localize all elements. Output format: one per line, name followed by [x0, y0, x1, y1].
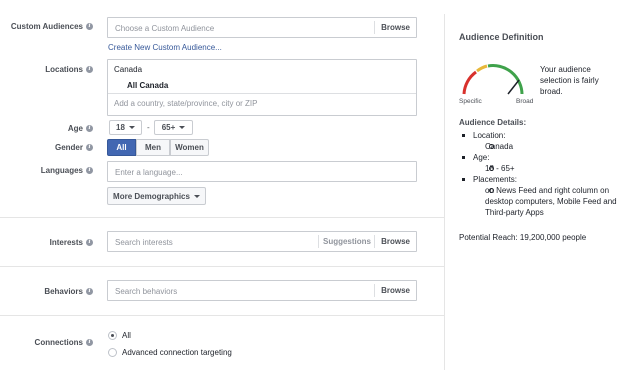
connection-option-all-label: All: [122, 331, 131, 340]
locations-box: Canada All Canada Add a country, state/p…: [107, 59, 417, 116]
info-icon[interactable]: i: [86, 239, 93, 246]
age-separator: -: [147, 123, 150, 132]
info-icon[interactable]: i: [86, 23, 93, 30]
gender-men-button[interactable]: Men: [136, 139, 170, 156]
audience-details-list: Location: Canada Age: 18 - 65+ Placement…: [459, 130, 619, 218]
section-divider: [0, 315, 444, 316]
more-demographics-label: More Demographics: [113, 191, 190, 201]
locations-label: Locations i: [45, 65, 93, 74]
detail-age-value: 18 - 65+: [473, 163, 619, 174]
connections-label-text: Connections: [34, 338, 83, 347]
interests-placeholder: Search interests: [115, 238, 173, 247]
detail-age-label: Age:: [473, 153, 490, 162]
location-country: Canada: [114, 65, 143, 74]
audience-definition-title: Audience Definition: [459, 32, 544, 42]
gender-label: Gender i: [55, 143, 93, 152]
interests-input[interactable]: Search interests Suggestions Browse: [107, 231, 417, 252]
section-divider: [0, 217, 444, 218]
caret-down-icon: [179, 126, 186, 129]
connection-option-advanced-label: Advanced connection targeting: [122, 348, 232, 357]
create-custom-audience-link[interactable]: Create New Custom Audience...: [108, 43, 222, 52]
age-label-text: Age: [67, 124, 83, 133]
interests-suggestions-button[interactable]: Suggestions: [317, 235, 371, 248]
custom-audiences-label-text: Custom Audiences: [10, 22, 83, 31]
custom-audiences-label: Custom Audiences i: [11, 22, 93, 31]
more-demographics-button[interactable]: More Demographics: [107, 187, 206, 205]
age-max-value: 65+: [161, 123, 176, 132]
gauge-description: Your audience selection is fairly broad.: [540, 65, 599, 96]
connection-option-advanced[interactable]: Advanced connection targeting: [108, 348, 232, 357]
gender-all-button[interactable]: All: [107, 139, 136, 156]
behaviors-label: Behaviors i: [44, 287, 93, 296]
interests-browse-button[interactable]: Browse: [374, 235, 416, 248]
behaviors-placeholder: Search behaviors: [115, 287, 178, 296]
gauge-icon: [462, 64, 524, 95]
detail-placements: Placements: on News Feed and right colum…: [459, 174, 619, 218]
custom-audience-placeholder: Choose a Custom Audience: [115, 24, 215, 33]
languages-placeholder: Enter a language...: [115, 168, 183, 177]
age-label: Age i: [68, 124, 93, 133]
age-min-value: 18: [116, 123, 125, 132]
gender-label-text: Gender: [54, 143, 83, 152]
connection-option-all[interactable]: All: [108, 331, 131, 340]
detail-location-label: Location:: [473, 131, 506, 140]
age-min-select[interactable]: 18: [109, 120, 142, 135]
caret-down-icon: [193, 194, 200, 198]
section-divider: [0, 266, 444, 267]
custom-audience-browse-button[interactable]: Browse: [374, 21, 416, 34]
detail-location: Location: Canada: [459, 130, 619, 152]
interests-label: Interests i: [50, 238, 93, 247]
detail-age: Age: 18 - 65+: [459, 152, 619, 174]
age-max-select[interactable]: 65+: [154, 120, 193, 135]
panel-divider: [444, 14, 445, 370]
behaviors-input[interactable]: Search behaviors Browse: [107, 280, 417, 301]
gauge-specific-label: Specific: [459, 98, 482, 105]
info-icon[interactable]: i: [86, 339, 93, 346]
caret-down-icon: [128, 126, 135, 129]
potential-reach: Potential Reach: 19,200,000 people: [459, 233, 587, 242]
gauge-broad-label: Broad: [516, 98, 534, 105]
gender-women-button[interactable]: Women: [170, 139, 209, 156]
detail-placements-label: Placements:: [473, 175, 518, 184]
info-icon[interactable]: i: [86, 288, 93, 295]
audience-details-title: Audience Details:: [459, 118, 527, 127]
connections-label: Connections i: [35, 338, 93, 347]
radio-icon[interactable]: [108, 331, 117, 340]
custom-audience-input[interactable]: Choose a Custom Audience Browse: [107, 17, 417, 38]
languages-label: Languages i: [41, 166, 93, 175]
interests-label-text: Interests: [49, 238, 83, 247]
behaviors-browse-button[interactable]: Browse: [374, 284, 416, 297]
detail-location-value: Canada: [473, 141, 619, 152]
locations-divider: [108, 93, 416, 94]
info-icon[interactable]: i: [86, 66, 93, 73]
info-icon[interactable]: i: [86, 144, 93, 151]
locations-label-text: Locations: [45, 65, 83, 74]
radio-icon[interactable]: [108, 348, 117, 357]
info-icon[interactable]: i: [86, 167, 93, 174]
behaviors-label-text: Behaviors: [44, 287, 83, 296]
languages-input[interactable]: Enter a language...: [107, 161, 417, 182]
info-icon[interactable]: i: [86, 125, 93, 132]
location-selected[interactable]: All Canada: [127, 81, 168, 90]
languages-label-text: Languages: [40, 166, 83, 175]
location-search-input[interactable]: Add a country, state/province, city or Z…: [114, 99, 257, 108]
detail-placements-value: on News Feed and right column on desktop…: [473, 185, 619, 218]
